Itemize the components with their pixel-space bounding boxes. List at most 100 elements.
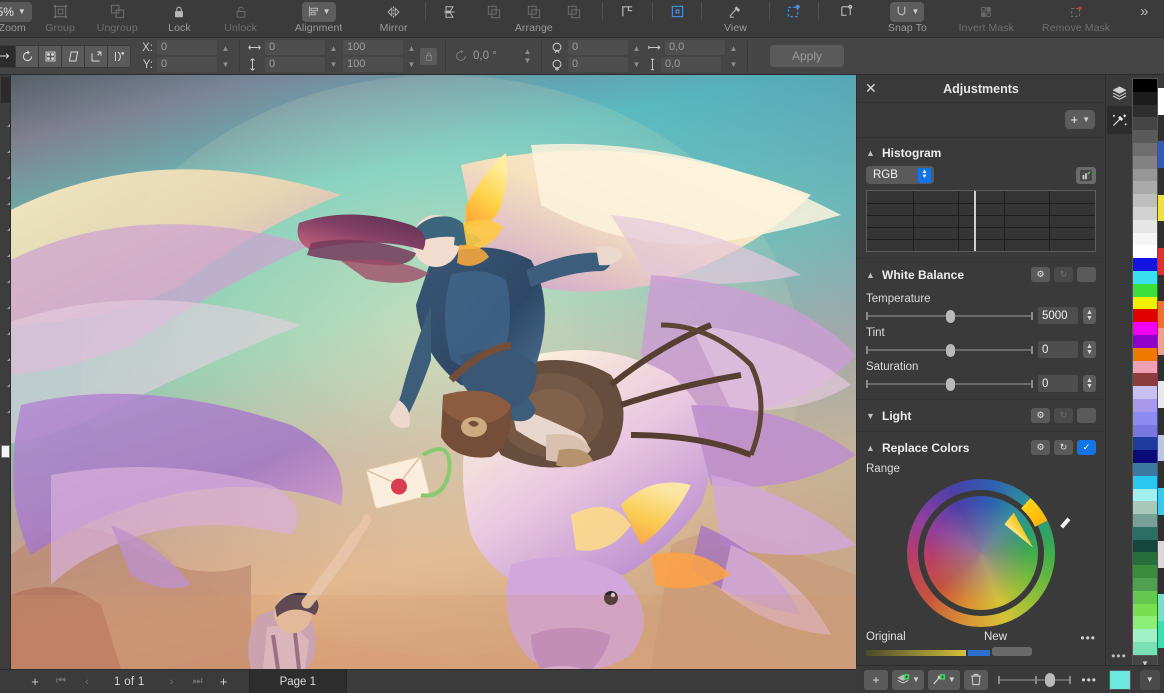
edge-swatch-4[interactable]: [1158, 195, 1164, 222]
chevron-up-icon[interactable]: ▲: [866, 148, 875, 158]
swatch-37[interactable]: [1133, 552, 1157, 565]
slider-track-saturation[interactable]: [866, 377, 1033, 391]
swatch-43[interactable]: [1133, 629, 1157, 642]
next-page-button[interactable]: ›: [159, 676, 185, 688]
swatch-6[interactable]: [1133, 156, 1157, 169]
slider-row-temperature[interactable]: 5000 ▲▼: [866, 307, 1096, 324]
arrange-front-icon[interactable]: [481, 2, 507, 22]
page-tab[interactable]: Page 1: [249, 670, 347, 693]
toolbar-group-geometry[interactable]: [607, 0, 648, 38]
replace-colors-settings-icon[interactable]: ⚙: [1031, 440, 1050, 455]
adjustments-icon[interactable]: [1107, 106, 1132, 134]
swatch-3[interactable]: [1133, 117, 1157, 130]
swatch-11[interactable]: [1133, 220, 1157, 233]
swatch-19[interactable]: [1133, 322, 1157, 335]
zoom-dropdown[interactable]: 5% ▼: [0, 2, 32, 22]
rotation-value[interactable]: 0,0 °: [473, 50, 517, 62]
panel-rail-more-button[interactable]: •••: [1111, 649, 1127, 663]
tool-gradient[interactable]: [1, 285, 10, 311]
chevron-up-icon[interactable]: ▲: [866, 270, 875, 280]
scale-width-input[interactable]: 100: [343, 40, 403, 55]
rotation-field[interactable]: 0,0 ° ▲▼: [454, 48, 533, 65]
tool-fill[interactable]: [1, 311, 10, 337]
size-stepper[interactable]: ▲▼: [328, 40, 339, 72]
temperature-stepper[interactable]: ▲▼: [1083, 307, 1096, 324]
toolbar-group-invert-mask[interactable]: Invert Mask: [945, 0, 1028, 38]
tint-stepper[interactable]: ▲▼: [1083, 341, 1096, 358]
swatch-38[interactable]: [1133, 565, 1157, 578]
swatch-30[interactable]: [1133, 463, 1157, 476]
toolbar-overflow[interactable]: »: [1125, 0, 1164, 38]
swatch-4[interactable]: [1133, 130, 1157, 143]
toolbar-group-mask[interactable]: [774, 0, 813, 38]
edge-swatch-12[interactable]: [1158, 408, 1164, 435]
shear-y-input[interactable]: 0,0: [661, 57, 721, 72]
edge-swatch-5[interactable]: [1158, 221, 1164, 248]
adjustment-layer-button[interactable]: ▼: [892, 670, 924, 690]
swatch-1[interactable]: [1133, 92, 1157, 105]
saturation-value[interactable]: 0: [1038, 375, 1078, 392]
tool-crop[interactable]: [1, 129, 10, 155]
apply-button[interactable]: Apply: [770, 45, 844, 67]
arrange-backward-icon[interactable]: [561, 2, 587, 22]
group-icon[interactable]: [47, 2, 73, 22]
lock-aspect-ratio-button[interactable]: [420, 48, 437, 65]
move-mode-icon[interactable]: [0, 45, 16, 68]
replace-colors-reset-icon[interactable]: ↻: [1054, 440, 1073, 455]
swatch-18[interactable]: [1133, 309, 1157, 322]
swatch-40[interactable]: [1133, 591, 1157, 604]
edge-swatch-7[interactable]: [1158, 275, 1164, 302]
x-input[interactable]: 0: [157, 40, 217, 55]
swatch-10[interactable]: [1133, 207, 1157, 220]
shear-x-input[interactable]: 0,0: [665, 40, 725, 55]
tool-text[interactable]: [1, 389, 10, 415]
chevron-double-right-icon[interactable]: »: [1131, 2, 1157, 22]
swatch-2[interactable]: [1133, 105, 1157, 118]
alignment-dropdown[interactable]: ▼: [302, 2, 336, 22]
light-enable-checkbox[interactable]: [1077, 408, 1096, 423]
swatch-26[interactable]: [1133, 412, 1157, 425]
swatch-20[interactable]: [1133, 335, 1157, 348]
unlock-icon[interactable]: [228, 2, 254, 22]
swatch-25[interactable]: [1133, 399, 1157, 412]
tool-clone-brush[interactable]: [1, 259, 10, 285]
swatch-27[interactable]: [1133, 425, 1157, 438]
scale-stepper[interactable]: ▲▼: [406, 40, 417, 72]
white-balance-settings-icon[interactable]: ⚙: [1031, 267, 1050, 282]
transform-bounds-icon[interactable]: [833, 2, 859, 22]
delete-layer-button[interactable]: [964, 670, 988, 690]
invert-mask-icon[interactable]: [973, 2, 999, 22]
shear-stepper[interactable]: ▲▼: [728, 40, 739, 72]
snap-to-dropdown[interactable]: ▼: [890, 2, 924, 22]
swatch-15[interactable]: [1133, 271, 1157, 284]
swatch-14[interactable]: [1133, 258, 1157, 271]
edge-swatch-14[interactable]: [1158, 461, 1164, 488]
saturation-stepper[interactable]: ▲▼: [1083, 375, 1096, 392]
width-input[interactable]: 0: [265, 40, 325, 55]
toolbar-group-unlock[interactable]: Unlock: [210, 0, 271, 38]
close-icon[interactable]: ✕: [865, 80, 877, 97]
swatch-22[interactable]: [1133, 361, 1157, 374]
original-picker-button[interactable]: [992, 647, 1032, 656]
last-page-button[interactable]: ⏭: [185, 675, 211, 688]
foreground-color-swatch[interactable]: [1, 445, 10, 458]
slider-track-tint[interactable]: [866, 343, 1033, 357]
toolbar-group-remove-mask[interactable]: Remove Mask: [1028, 0, 1125, 38]
shear-fields[interactable]: 0,0 0,0 ▲▼: [648, 40, 739, 72]
slider-track-temperature[interactable]: [866, 309, 1033, 323]
edge-swatch-19[interactable]: [1158, 594, 1164, 621]
tool-erase-brush[interactable]: [1, 233, 10, 259]
toolbar-group-mirror-v[interactable]: [430, 0, 469, 38]
edge-swatch-2[interactable]: [1158, 141, 1164, 168]
swatch-44[interactable]: [1133, 642, 1157, 655]
histogram-settings-icon[interactable]: [1076, 167, 1096, 184]
view-pixel-icon[interactable]: [722, 2, 748, 22]
lock-icon[interactable]: [166, 2, 192, 22]
swatch-29[interactable]: [1133, 450, 1157, 463]
tool-flood-select[interactable]: [1, 181, 10, 207]
light-settings-icon[interactable]: ⚙: [1031, 408, 1050, 423]
histogram-graph[interactable]: [866, 190, 1096, 252]
anchor-stepper[interactable]: ▲▼: [631, 40, 642, 72]
anchor-x-input[interactable]: 0: [568, 40, 628, 55]
slider-knob-saturation[interactable]: [946, 378, 955, 391]
